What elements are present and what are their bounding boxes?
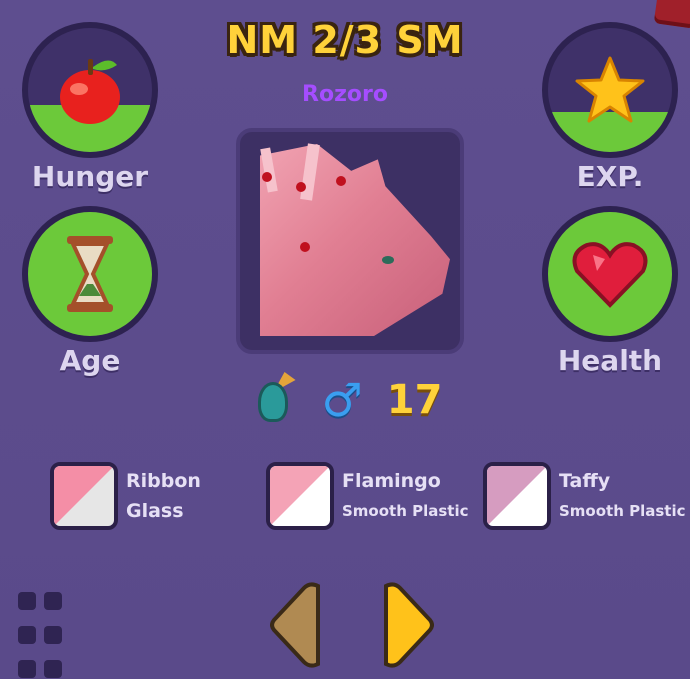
hunger-label: Hunger	[31, 160, 149, 193]
pet-info-row: ♂ 17	[0, 370, 690, 430]
spot	[336, 176, 346, 186]
dragon-icon	[248, 372, 298, 428]
pet-eye	[382, 256, 394, 264]
apple-icon	[28, 28, 152, 152]
male-icon: ♂	[321, 373, 363, 427]
spot	[300, 242, 310, 252]
exp-label: EXP.	[576, 160, 644, 193]
pet-portrait	[236, 128, 464, 354]
hunger-meter	[22, 22, 158, 158]
heart-icon	[548, 212, 672, 336]
chevron-right-icon	[384, 582, 434, 668]
color-swatch[interactable]	[483, 462, 551, 530]
color-name: Ribbon	[126, 470, 201, 492]
pet-info-panel: NM 2/3 SM Rozoro Hunger EXP. Age Health …	[0, 0, 690, 679]
age-value: 17	[386, 377, 443, 423]
color-material: Smooth Plastic	[559, 502, 686, 520]
hourglass-icon	[28, 212, 152, 336]
health-meter	[542, 206, 678, 342]
color-slot-3[interactable]: Taffy Smooth Plastic	[483, 462, 686, 530]
grid-menu-button[interactable]	[18, 592, 66, 679]
chevron-left-icon	[270, 582, 320, 668]
color-material: Smooth Plastic	[342, 502, 469, 520]
exp-meter	[542, 22, 678, 158]
star-icon	[548, 28, 672, 152]
color-swatch[interactable]	[50, 462, 118, 530]
previous-arrow-button[interactable]	[270, 582, 322, 668]
spot	[296, 182, 306, 192]
pet-portrait-image	[260, 144, 450, 336]
color-name: Taffy	[559, 470, 611, 492]
color-slot-1[interactable]: Ribbon Glass	[50, 462, 201, 530]
spot	[262, 172, 272, 182]
color-material: Glass	[126, 500, 184, 522]
color-slot-2[interactable]: Flamingo Smooth Plastic	[266, 462, 469, 530]
next-arrow-button[interactable]	[382, 582, 434, 668]
color-name: Flamingo	[342, 470, 441, 492]
age-meter	[22, 206, 158, 342]
color-swatch[interactable]	[266, 462, 334, 530]
